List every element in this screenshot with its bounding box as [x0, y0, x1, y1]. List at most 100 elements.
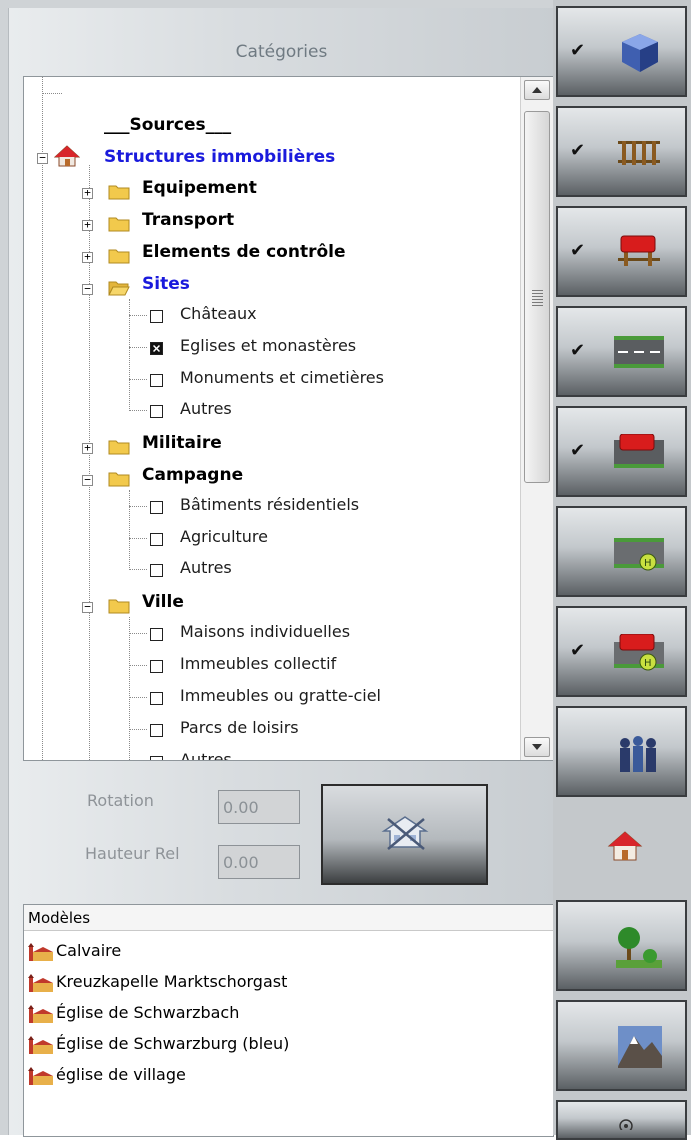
waterways-button[interactable]: H	[556, 506, 687, 597]
window: Catégories ___Sources___ − Structures im…	[0, 0, 691, 1140]
arrow-up-icon	[532, 87, 542, 93]
tree-content: ___Sources___ − Structures immobilières …	[24, 77, 512, 760]
tree-item-parcs[interactable]: Parcs de loisirs	[180, 718, 299, 737]
checkbox-eglises[interactable]	[150, 342, 163, 355]
church-icon	[28, 1035, 53, 1054]
model-item[interactable]: Calvaire	[28, 936, 121, 966]
tree-item-gratte-ciel[interactable]: Immeubles ou gratte-ciel	[180, 686, 381, 705]
remove-building-button[interactable]	[321, 784, 488, 885]
church-icon	[28, 1066, 53, 1085]
terrain-button[interactable]	[556, 1000, 687, 1091]
checkbox-monuments[interactable]	[150, 374, 163, 387]
waterway-icon: H	[614, 538, 664, 571]
left-panel: Catégories ___Sources___ − Structures im…	[8, 8, 554, 1137]
tree-item-root[interactable]: Structures immobilières	[104, 147, 335, 167]
model-label: Église de Schwarzburg (bleu)	[56, 1034, 290, 1053]
people-button[interactable]	[556, 706, 687, 797]
rail-vehicles-button[interactable]: ✔	[556, 206, 687, 297]
folder-icon	[108, 440, 130, 455]
tree-folder-equipement[interactable]: Equipement	[142, 178, 257, 198]
tree-item-campagne-autres[interactable]: Autres	[180, 558, 232, 577]
water-vehicles-button[interactable]: ✔ H	[556, 606, 687, 697]
tree-folder-elements-de-controle[interactable]: Elements de contrôle	[142, 242, 346, 262]
tree-line	[42, 93, 62, 94]
model-item[interactable]: Église de Schwarzburg (bleu)	[28, 1029, 289, 1059]
collapse-icon[interactable]: −	[82, 601, 93, 613]
tree-item-sites-autres[interactable]: Autres	[180, 399, 232, 418]
house-icon[interactable]	[607, 830, 643, 862]
scroll-thumb[interactable]	[524, 111, 550, 483]
model-item[interactable]: Église de Schwarzbach	[28, 998, 239, 1028]
tree-folder-sites[interactable]: Sites	[142, 274, 190, 294]
rails-button[interactable]: ✔	[556, 106, 687, 197]
folder-icon	[108, 249, 130, 264]
check-icon: ✔	[570, 40, 586, 61]
eye-icon	[619, 1119, 633, 1130]
collapse-icon[interactable]: −	[37, 152, 48, 164]
scroll-up-button[interactable]	[524, 80, 550, 100]
tree-folder-campagne[interactable]: Campagne	[142, 465, 243, 485]
tree-line	[129, 617, 130, 760]
checkbox-sites-autres[interactable]	[150, 405, 163, 418]
tree-item-chateaux[interactable]: Châteaux	[180, 304, 257, 323]
checkbox-parcs[interactable]	[150, 724, 163, 737]
category-tree[interactable]: ___Sources___ − Structures immobilières …	[23, 76, 554, 761]
tree-folder-militaire[interactable]: Militaire	[142, 433, 222, 453]
check-icon: ✔	[570, 640, 586, 661]
tree-folder-transport[interactable]: Transport	[142, 210, 234, 230]
checkbox-immeubles-collectif[interactable]	[150, 660, 163, 673]
road-icon	[614, 336, 664, 368]
collapse-icon[interactable]: −	[82, 283, 93, 295]
rotation-field[interactable]: 0.00	[218, 790, 300, 824]
models-list[interactable]: Modèles Calvaire Kreuzkapelle Marktschor…	[23, 904, 554, 1137]
rail-track-icon	[618, 141, 660, 165]
collapse-icon[interactable]: −	[82, 474, 93, 486]
checkbox-campagne-autres[interactable]	[150, 564, 163, 577]
checkbox-gratte-ciel[interactable]	[150, 692, 163, 705]
church-icon	[28, 1004, 53, 1023]
tree-icon	[616, 927, 662, 968]
landscape-button[interactable]	[556, 900, 687, 991]
tree-item-maisons[interactable]: Maisons individuelles	[180, 622, 350, 641]
road-vehicle-icon	[614, 434, 664, 468]
checkbox-ville-autres[interactable]	[150, 756, 163, 760]
tree-item-eglises[interactable]: Eglises et monastères	[180, 336, 356, 355]
checkbox-chateaux[interactable]	[150, 310, 163, 323]
folder-icon	[108, 472, 130, 487]
folder-icon	[108, 185, 130, 200]
more-button[interactable]	[556, 1100, 687, 1140]
expand-icon[interactable]: +	[82, 251, 93, 263]
cube-icon	[622, 34, 658, 72]
tree-folder-ville[interactable]: Ville	[142, 592, 184, 612]
tree-item-sources[interactable]: ___Sources___	[104, 115, 231, 135]
rail-vehicle-icon	[618, 235, 660, 266]
categories-title: Catégories	[235, 42, 328, 62]
checkbox-maisons[interactable]	[150, 628, 163, 641]
model-label: Calvaire	[56, 941, 122, 960]
tree-scrollbar[interactable]	[520, 77, 553, 760]
model-label: église de village	[56, 1065, 186, 1084]
people-icon	[620, 736, 656, 772]
height-field[interactable]: 0.00	[218, 845, 300, 879]
model-item[interactable]: église de village	[28, 1060, 186, 1090]
expand-icon[interactable]: +	[82, 187, 93, 199]
tree-item-batiments[interactable]: Bâtiments résidentiels	[180, 495, 359, 514]
tree-item-agriculture[interactable]: Agriculture	[180, 527, 268, 546]
tree-line	[129, 490, 130, 570]
tree-item-immeubles-collectif[interactable]: Immeubles collectif	[180, 654, 336, 673]
checkbox-agriculture[interactable]	[150, 533, 163, 546]
scroll-down-button[interactable]	[524, 737, 550, 757]
house-icon	[54, 145, 80, 167]
model-item[interactable]: Kreuzkapelle Marktschorgast	[28, 967, 287, 997]
roads-button[interactable]: ✔	[556, 306, 687, 397]
expand-icon[interactable]: +	[82, 219, 93, 231]
height-label: Hauteur Rel	[85, 844, 180, 863]
checkbox-batiments[interactable]	[150, 501, 163, 514]
track-objects-button[interactable]: ✔	[556, 6, 687, 97]
expand-icon[interactable]: +	[82, 442, 93, 454]
water-vehicle-icon: H	[614, 634, 664, 671]
road-vehicles-button[interactable]: ✔	[556, 406, 687, 497]
tree-item-monuments[interactable]: Monuments et cimetières	[180, 368, 384, 387]
tree-item-ville-autres[interactable]: Autres	[180, 750, 232, 760]
arrow-down-icon	[532, 744, 542, 750]
